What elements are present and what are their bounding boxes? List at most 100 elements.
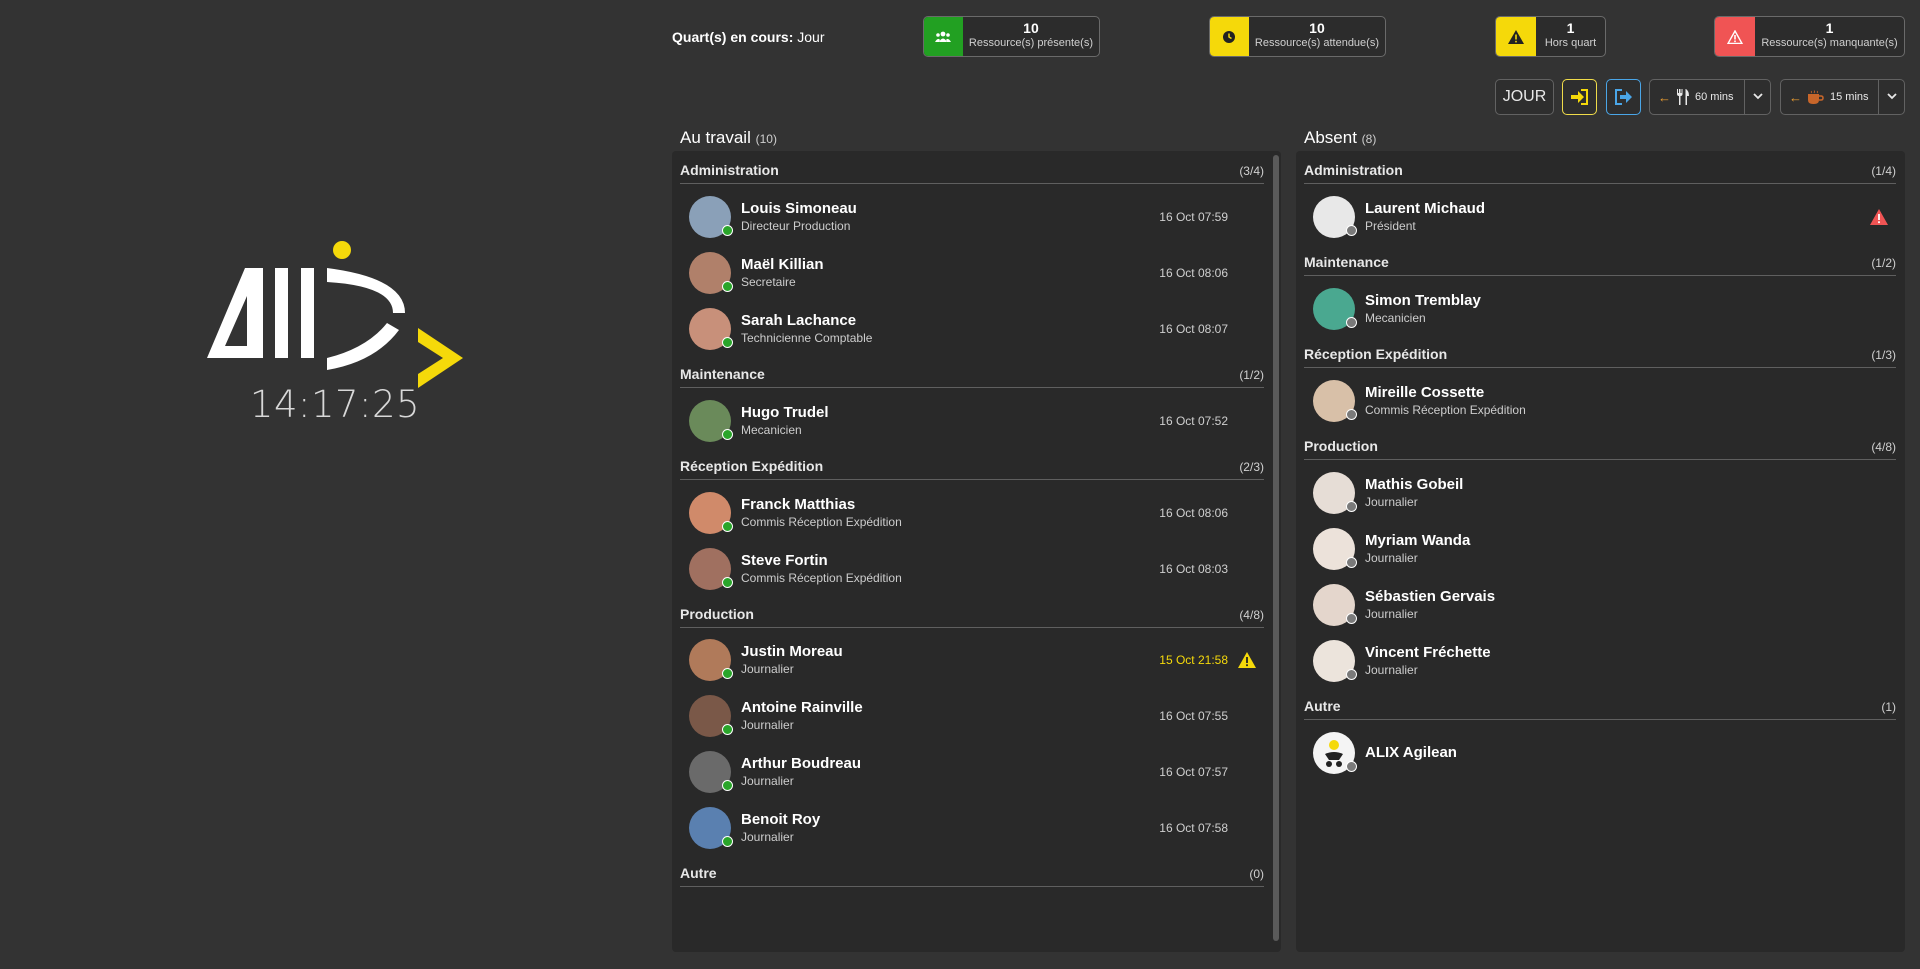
employee-role: Secretaire [741, 275, 796, 289]
clock-in-time: 16 Oct 07:58 [1159, 821, 1228, 835]
employee-row[interactable]: Justin Moreau Journalier 15 Oct 21:58 [674, 632, 1264, 688]
status-offline-dot [1346, 317, 1357, 328]
employee-row[interactable]: Franck Matthias Commis Réception Expéditi… [674, 485, 1264, 541]
stat-present[interactable]: 10 Ressource(s) présente(s) [923, 16, 1100, 57]
group-name: Réception Expédition [1304, 346, 1448, 362]
employee-row[interactable]: Antoine Rainville Journalier 16 Oct 07:55 [674, 688, 1264, 744]
employee-name: Sébastien Gervais [1365, 588, 1496, 605]
stat-expected-label: Ressource(s) attendue(s) [1254, 37, 1379, 49]
shift-jour-button[interactable]: JOUR [1495, 79, 1554, 115]
employee-row[interactable]: Sébastien Gervais Journalier [1298, 577, 1896, 633]
avatar [689, 639, 733, 681]
employee-row[interactable]: Louis Simoneau Directeur Production 16 Oc… [674, 189, 1264, 245]
employee-row[interactable]: Steve Fortin Commis Réception Expédition … [674, 541, 1264, 597]
avatar [1313, 288, 1357, 330]
employee-name: Sarah Lachance [741, 312, 857, 329]
status-offline-dot [1346, 225, 1357, 236]
group-header: Maintenance (1/2) [680, 357, 1264, 388]
at-work-title-text: Au travail [680, 128, 751, 147]
clock-icon [1210, 17, 1249, 56]
group-header: Administration (3/4) [680, 153, 1264, 184]
group-header: Production (4/8) [680, 597, 1264, 628]
lunch-break-button[interactable]: ← 60 mins [1649, 79, 1771, 115]
status-offline-dot [1346, 409, 1357, 420]
stat-expected[interactable]: 10 Ressource(s) attendue(s) [1209, 16, 1386, 57]
branding-area: 14:17:25 [0, 0, 670, 969]
arrow-left-icon: ← [1789, 89, 1802, 105]
avatar [1313, 528, 1357, 570]
sign-in-icon [1570, 89, 1588, 105]
group-count: (4/8) [1871, 440, 1896, 454]
group-count: (3/4) [1239, 164, 1264, 178]
employee-name: Mathis Gobeil [1365, 476, 1464, 493]
employee-row[interactable]: ALIX Agilean [1298, 725, 1896, 781]
group-name: Production [680, 606, 754, 622]
coffee-icon [1808, 89, 1824, 104]
group-name: Administration [680, 162, 779, 178]
group-name: Production [1304, 438, 1378, 454]
avatar [1313, 584, 1357, 626]
employee-row[interactable]: Vincent Fréchette Journalier [1298, 633, 1896, 689]
clock-in-time: 16 Oct 07:59 [1159, 210, 1228, 224]
employee-role: Commis Réception Expédition [1365, 403, 1526, 417]
avatar [1313, 640, 1357, 682]
employee-role: Président [1365, 219, 1416, 233]
group-header: Réception Expédition (2/3) [680, 449, 1264, 480]
group-name: Administration [1304, 162, 1403, 178]
coffee-break-button[interactable]: ← 15 mins [1780, 79, 1905, 115]
status-offline-dot [1346, 761, 1357, 772]
status-offline-dot [1346, 613, 1357, 624]
clock-in-time: 16 Oct 08:07 [1159, 322, 1228, 336]
group-count: (1/4) [1871, 164, 1896, 178]
avatar [689, 548, 733, 590]
employee-name: ALIX Agilean [1365, 744, 1457, 761]
chevron-down-icon[interactable] [1886, 90, 1898, 102]
status-online-dot [722, 577, 733, 588]
employee-role: Commis Réception Expédition [741, 515, 902, 529]
at-work-title: Au travail (10) [680, 128, 777, 148]
avatar [1313, 732, 1357, 774]
arrow-left-icon: ← [1658, 89, 1671, 105]
group-header: Autre (0) [680, 856, 1264, 887]
group-count: (0) [1249, 867, 1264, 881]
stat-missing[interactable]: 1 Ressource(s) manquante(s) [1714, 16, 1905, 57]
group-header: Administration (1/4) [1304, 153, 1896, 184]
shift-value: Jour [797, 29, 825, 45]
employee-row[interactable]: Mireille Cossette Commis Réception Expédi… [1298, 373, 1896, 429]
warning-icon [1238, 652, 1256, 668]
stat-offshift-count: 1 [1566, 20, 1575, 36]
stat-present-label: Ressource(s) présente(s) [968, 37, 1093, 49]
employee-role: Technicienne Comptable [741, 331, 873, 345]
employee-name: Louis Simoneau [741, 200, 857, 217]
employee-row[interactable]: Myriam Wanda Journalier [1298, 521, 1896, 577]
clock-in-time-warning: 15 Oct 21:58 [1159, 653, 1228, 667]
employee-row[interactable]: Arthur Boudreau Journalier 16 Oct 07:57 [674, 744, 1264, 800]
employee-role: Mecanicien [741, 423, 802, 437]
employee-row[interactable]: Hugo Trudel Mecanicien 16 Oct 07:52 [674, 393, 1264, 449]
avatar [689, 695, 733, 737]
clock-in-button[interactable] [1562, 79, 1597, 115]
stat-missing-count: 1 [1825, 20, 1834, 36]
stat-missing-label: Ressource(s) manquante(s) [1761, 37, 1898, 49]
clock-in-time: 16 Oct 07:52 [1159, 414, 1228, 428]
stat-expected-count: 10 [1309, 20, 1325, 36]
employee-row[interactable]: Laurent Michaud Président [1298, 189, 1896, 245]
current-shift: Quart(s) en cours: Jour [672, 29, 824, 45]
chevron-down-icon[interactable] [1752, 90, 1764, 102]
stat-offshift[interactable]: 1 Hors quart [1495, 16, 1606, 57]
employee-row[interactable]: Maël Killian Secretaire 16 Oct 08:06 [674, 245, 1264, 301]
employee-row[interactable]: Benoit Roy Journalier 16 Oct 07:58 [674, 800, 1264, 856]
avatar [1313, 196, 1357, 238]
stat-offshift-label: Hors quart [1544, 37, 1597, 49]
employee-role: Journalier [1365, 551, 1418, 565]
employee-row[interactable]: Mathis Gobeil Journalier [1298, 465, 1896, 521]
status-online-dot [722, 668, 733, 679]
employee-row[interactable]: Sarah Lachance Technicienne Comptable 16 … [674, 301, 1264, 357]
group-name: Maintenance [680, 366, 765, 382]
clock-out-button[interactable] [1606, 79, 1641, 115]
employee-role: Journalier [1365, 663, 1418, 677]
employee-row[interactable]: Simon Tremblay Mecanicien [1298, 281, 1896, 337]
status-online-dot [722, 780, 733, 791]
avatar [689, 807, 733, 849]
at-work-scrollbar[interactable] [1273, 155, 1279, 941]
